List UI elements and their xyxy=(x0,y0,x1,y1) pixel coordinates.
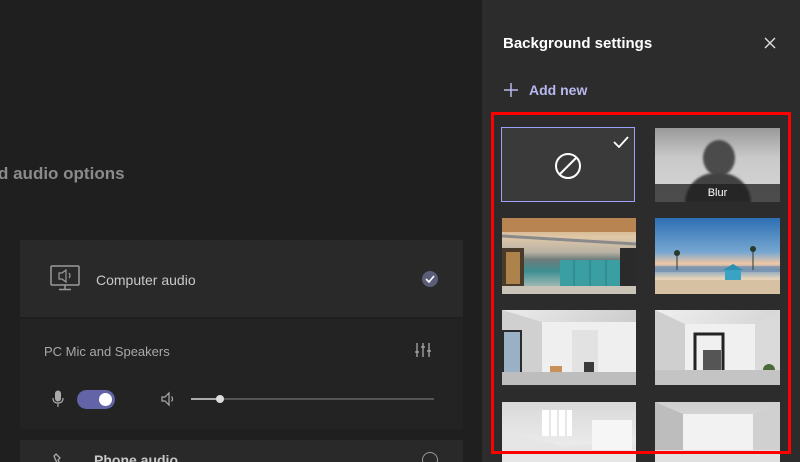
room-image-4 xyxy=(655,402,780,462)
mic-speakers-label: PC Mic and Speakers xyxy=(44,344,170,359)
background-office-option[interactable] xyxy=(502,218,636,294)
no-background-icon xyxy=(555,153,581,179)
equalizer-icon[interactable] xyxy=(414,342,432,358)
add-new-button[interactable]: Add new xyxy=(503,82,587,98)
background-room-option-3[interactable] xyxy=(502,402,636,462)
office-image xyxy=(502,218,636,294)
blur-label: Blur xyxy=(655,184,780,202)
blur-person-head xyxy=(703,140,735,176)
background-room-option-1[interactable] xyxy=(502,310,636,385)
close-icon[interactable] xyxy=(763,36,777,50)
computer-audio-option[interactable]: Computer audio xyxy=(20,240,463,318)
phone-audio-radio[interactable] xyxy=(422,452,438,462)
background-room-option-4[interactable] xyxy=(655,402,780,462)
microphone-icon xyxy=(52,390,64,407)
room-image-2 xyxy=(655,310,780,385)
phone-audio-option[interactable]: Phone audio xyxy=(20,440,463,462)
phone-icon xyxy=(53,453,61,462)
background-settings-panel: Background settings Add new Blur xyxy=(482,0,800,462)
plus-icon xyxy=(504,83,518,97)
room-image-3 xyxy=(502,410,636,462)
beach-image xyxy=(655,246,780,294)
background-none-option[interactable] xyxy=(501,127,635,202)
audio-options-pane: d audio options Computer audio PC Mic an… xyxy=(0,0,482,462)
check-circle-icon xyxy=(422,271,438,287)
mic-speakers-card: PC Mic and Speakers xyxy=(20,319,463,429)
volume-thumb[interactable] xyxy=(216,395,224,403)
volume-slider[interactable] xyxy=(191,395,434,403)
room-image-1 xyxy=(502,310,636,385)
background-blur-option[interactable]: Blur xyxy=(655,128,780,202)
checkmark-icon xyxy=(613,136,629,148)
computer-audio-label: Computer audio xyxy=(96,272,196,288)
computer-speaker-icon xyxy=(50,265,80,291)
speaker-icon xyxy=(161,391,174,407)
mic-toggle[interactable] xyxy=(77,390,115,409)
add-new-label: Add new xyxy=(529,82,588,98)
panel-title: Background settings xyxy=(503,35,653,52)
phone-audio-label: Phone audio xyxy=(94,452,178,462)
section-title: d audio options xyxy=(0,164,125,183)
background-room-option-2[interactable] xyxy=(655,310,780,385)
background-beach-option[interactable] xyxy=(655,218,780,294)
